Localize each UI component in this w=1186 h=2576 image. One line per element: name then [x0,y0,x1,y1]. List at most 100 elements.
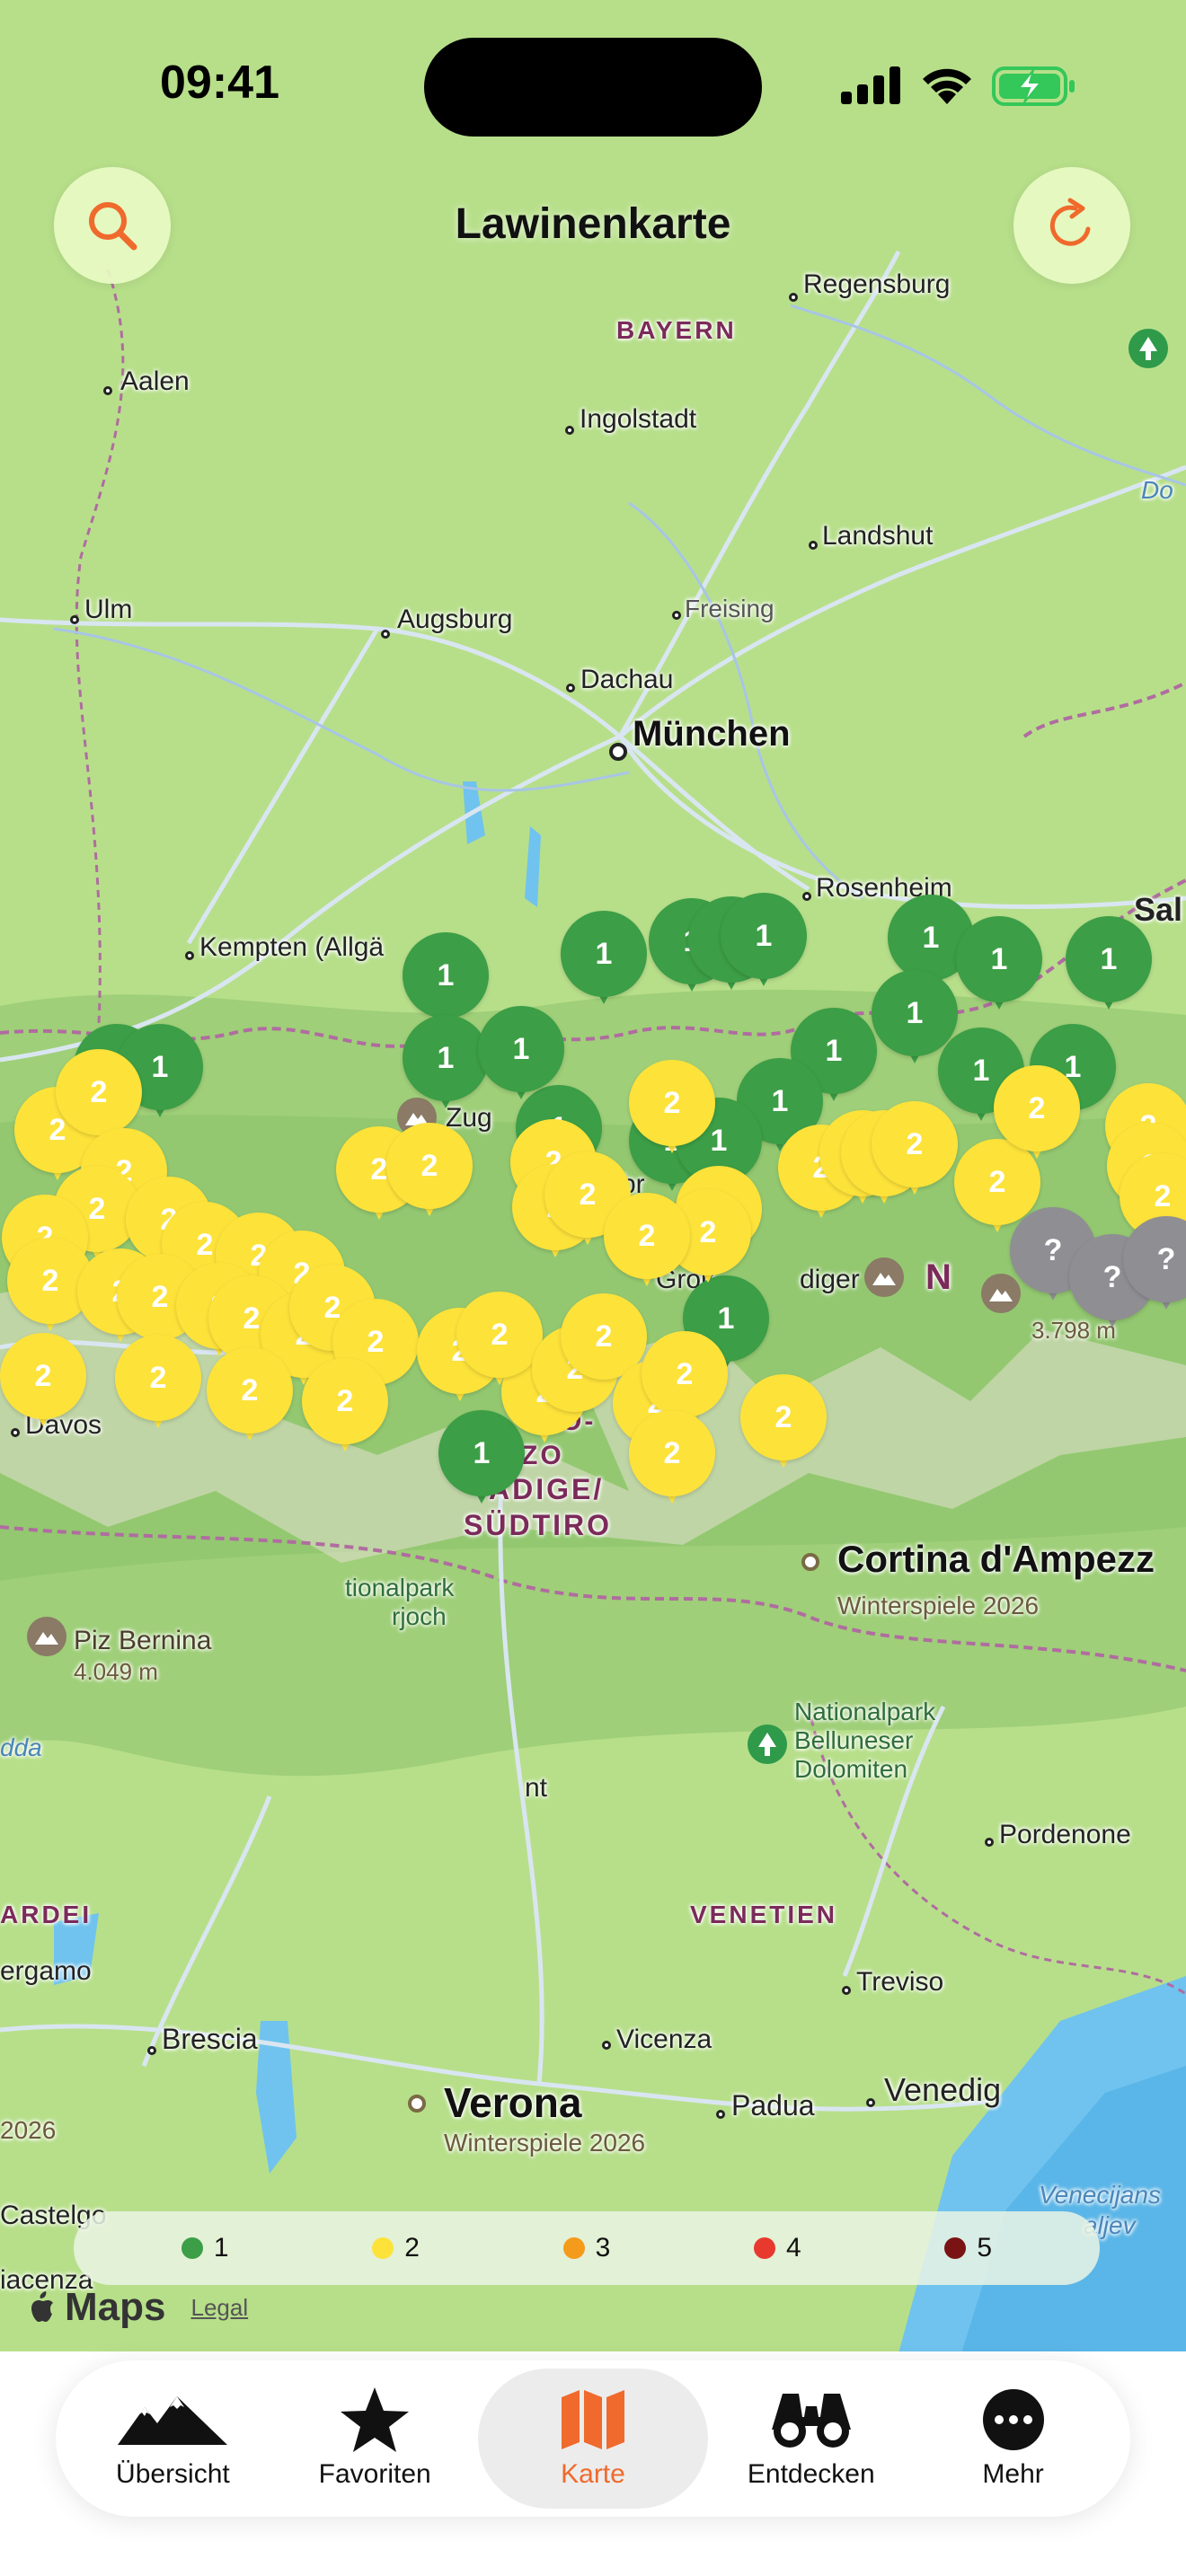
danger-level-value: 2 [115,1335,201,1421]
city-label: Freising [685,595,774,622]
danger-level-value: 2 [56,1049,142,1135]
danger-level-marker[interactable]: 2 [872,1101,958,1200]
city-dot [147,2046,156,2055]
danger-level-marker[interactable]: 1 [561,911,647,1010]
region-label: SÜDTIRO [464,1509,612,1541]
tab-label: Mehr [982,2459,1044,2489]
legend-item: 1 [181,2233,229,2263]
danger-level-marker[interactable]: 2 [604,1193,690,1292]
map-label: diger [800,1265,860,1294]
tab-map[interactable]: Karte [477,2369,708,2509]
avalanche-map[interactable]: Regensburg Aalen Ingolstadt Landshut Ulm… [0,0,1186,2351]
danger-level-value: 2 [302,1358,388,1444]
city-label: München [633,714,791,754]
water-label: dda [0,1734,42,1761]
danger-level-marker[interactable]: 1 [478,1006,564,1105]
danger-level-value: 2 [207,1347,293,1434]
event-label: Winterspiele 2026 [837,1592,1040,1619]
danger-level-marker[interactable]: 2 [740,1374,827,1473]
danger-level-marker[interactable]: 1 [721,893,807,992]
mountain-peak-icon [27,1617,66,1656]
event-label: 2026 [0,2116,57,2144]
capital-dot [801,1553,819,1571]
legend-item: 5 [944,2233,992,2263]
legend-item: 2 [372,2233,420,2263]
danger-level-value: 2 [629,1060,715,1146]
city-label: Venedig [884,2071,1002,2108]
city-label: Augsburg [397,604,513,634]
danger-level-value: ? [1123,1216,1186,1302]
region-label: ARDEI [0,1901,93,1928]
tab-label: Favoriten [318,2459,431,2489]
legend-item: 4 [754,2233,801,2263]
danger-level-value: 2 [456,1292,543,1378]
refresh-button[interactable] [1013,167,1130,284]
legend-label: 2 [404,2233,420,2263]
region-label: VENETIEN [690,1901,838,1928]
danger-level-marker[interactable]: 2 [386,1123,473,1222]
legend-swatch [754,2237,776,2259]
city-label: Cortina d'Ampezz [837,1538,1155,1580]
park-label-line: Belluneser [794,1726,914,1754]
danger-level-marker[interactable]: 2 [302,1358,388,1457]
danger-level-value: 1 [1066,916,1152,1002]
park-tree-icon [1128,329,1168,368]
danger-level-marker[interactable]: 1 [956,916,1042,1015]
city-label: Kempten (Allgä [199,932,385,962]
star-icon [341,2387,410,2452]
danger-level-marker[interactable]: 1 [1066,916,1152,1015]
tab-label: Übersicht [116,2459,230,2489]
city-label: Treviso [856,1967,944,1997]
park-label-line: tionalpark [345,1574,455,1601]
danger-level-marker[interactable]: 2 [115,1335,201,1434]
city-label: Landshut [822,521,934,551]
danger-level-value: 1 [403,1015,489,1101]
city-dot [602,2041,611,2050]
region-label: BAYERN [616,316,737,344]
legend-label: 5 [977,2233,993,2263]
tab-discover[interactable]: Entdecken [712,2369,910,2509]
tab-overview[interactable]: Übersicht [74,2369,271,2509]
danger-level-marker[interactable]: 2 [629,1410,715,1509]
danger-level-value: 1 [561,911,647,997]
legend-item: 3 [562,2233,610,2263]
park-label-line: Nationalpark [794,1698,936,1725]
park-label: Nationalpark Belluneser Dolomiten [794,1698,935,1784]
danger-level-marker[interactable]: 2 [629,1060,715,1159]
legal-link[interactable]: Legal [190,2294,248,2322]
status-bar: 09:41 [0,0,1186,180]
city-label: Brescia [162,2023,258,2055]
peak-elevation: 4.049 m [74,1658,158,1685]
city-dot [842,1986,851,1995]
danger-level-marker[interactable]: 2 [207,1347,293,1446]
danger-level-marker[interactable]: ? [1123,1216,1186,1315]
city-dot [185,951,194,960]
danger-level-marker[interactable]: 2 [0,1333,86,1432]
page-title: Lawinenkarte [455,200,731,248]
park-label-line: rjoch [392,1602,447,1630]
tab-more[interactable]: Mehr [915,2369,1112,2509]
park-tree-icon [748,1725,787,1764]
city-dot [70,615,79,624]
danger-level-value: 2 [740,1374,827,1460]
event-label: Winterspiele 2026 [444,2129,646,2157]
danger-level-marker[interactable]: 2 [994,1065,1080,1164]
tab-bar: Übersicht Favoriten Karte Entdecken Mehr [56,2360,1130,2517]
danger-level-marker[interactable]: 2 [456,1292,543,1390]
city-label: Ingolstadt [580,404,697,434]
map-label: nt [525,1773,548,1803]
city-dot [565,426,574,435]
danger-level-value: 2 [386,1123,473,1209]
legend-swatch [181,2237,203,2259]
capital-dot [408,2095,426,2113]
park-label-line: Dolomiten [794,1755,908,1783]
maps-attribution: Maps Legal [29,2285,248,2330]
danger-level-value: 2 [872,1101,958,1187]
legend-swatch [372,2237,394,2259]
danger-level-marker[interactable]: 1 [403,1015,489,1114]
city-label: ergamo [0,1956,92,1986]
city-dot [103,386,112,395]
tab-favorites[interactable]: Favoriten [276,2369,474,2509]
wifi-icon [923,68,971,104]
danger-level-value: 2 [0,1333,86,1419]
